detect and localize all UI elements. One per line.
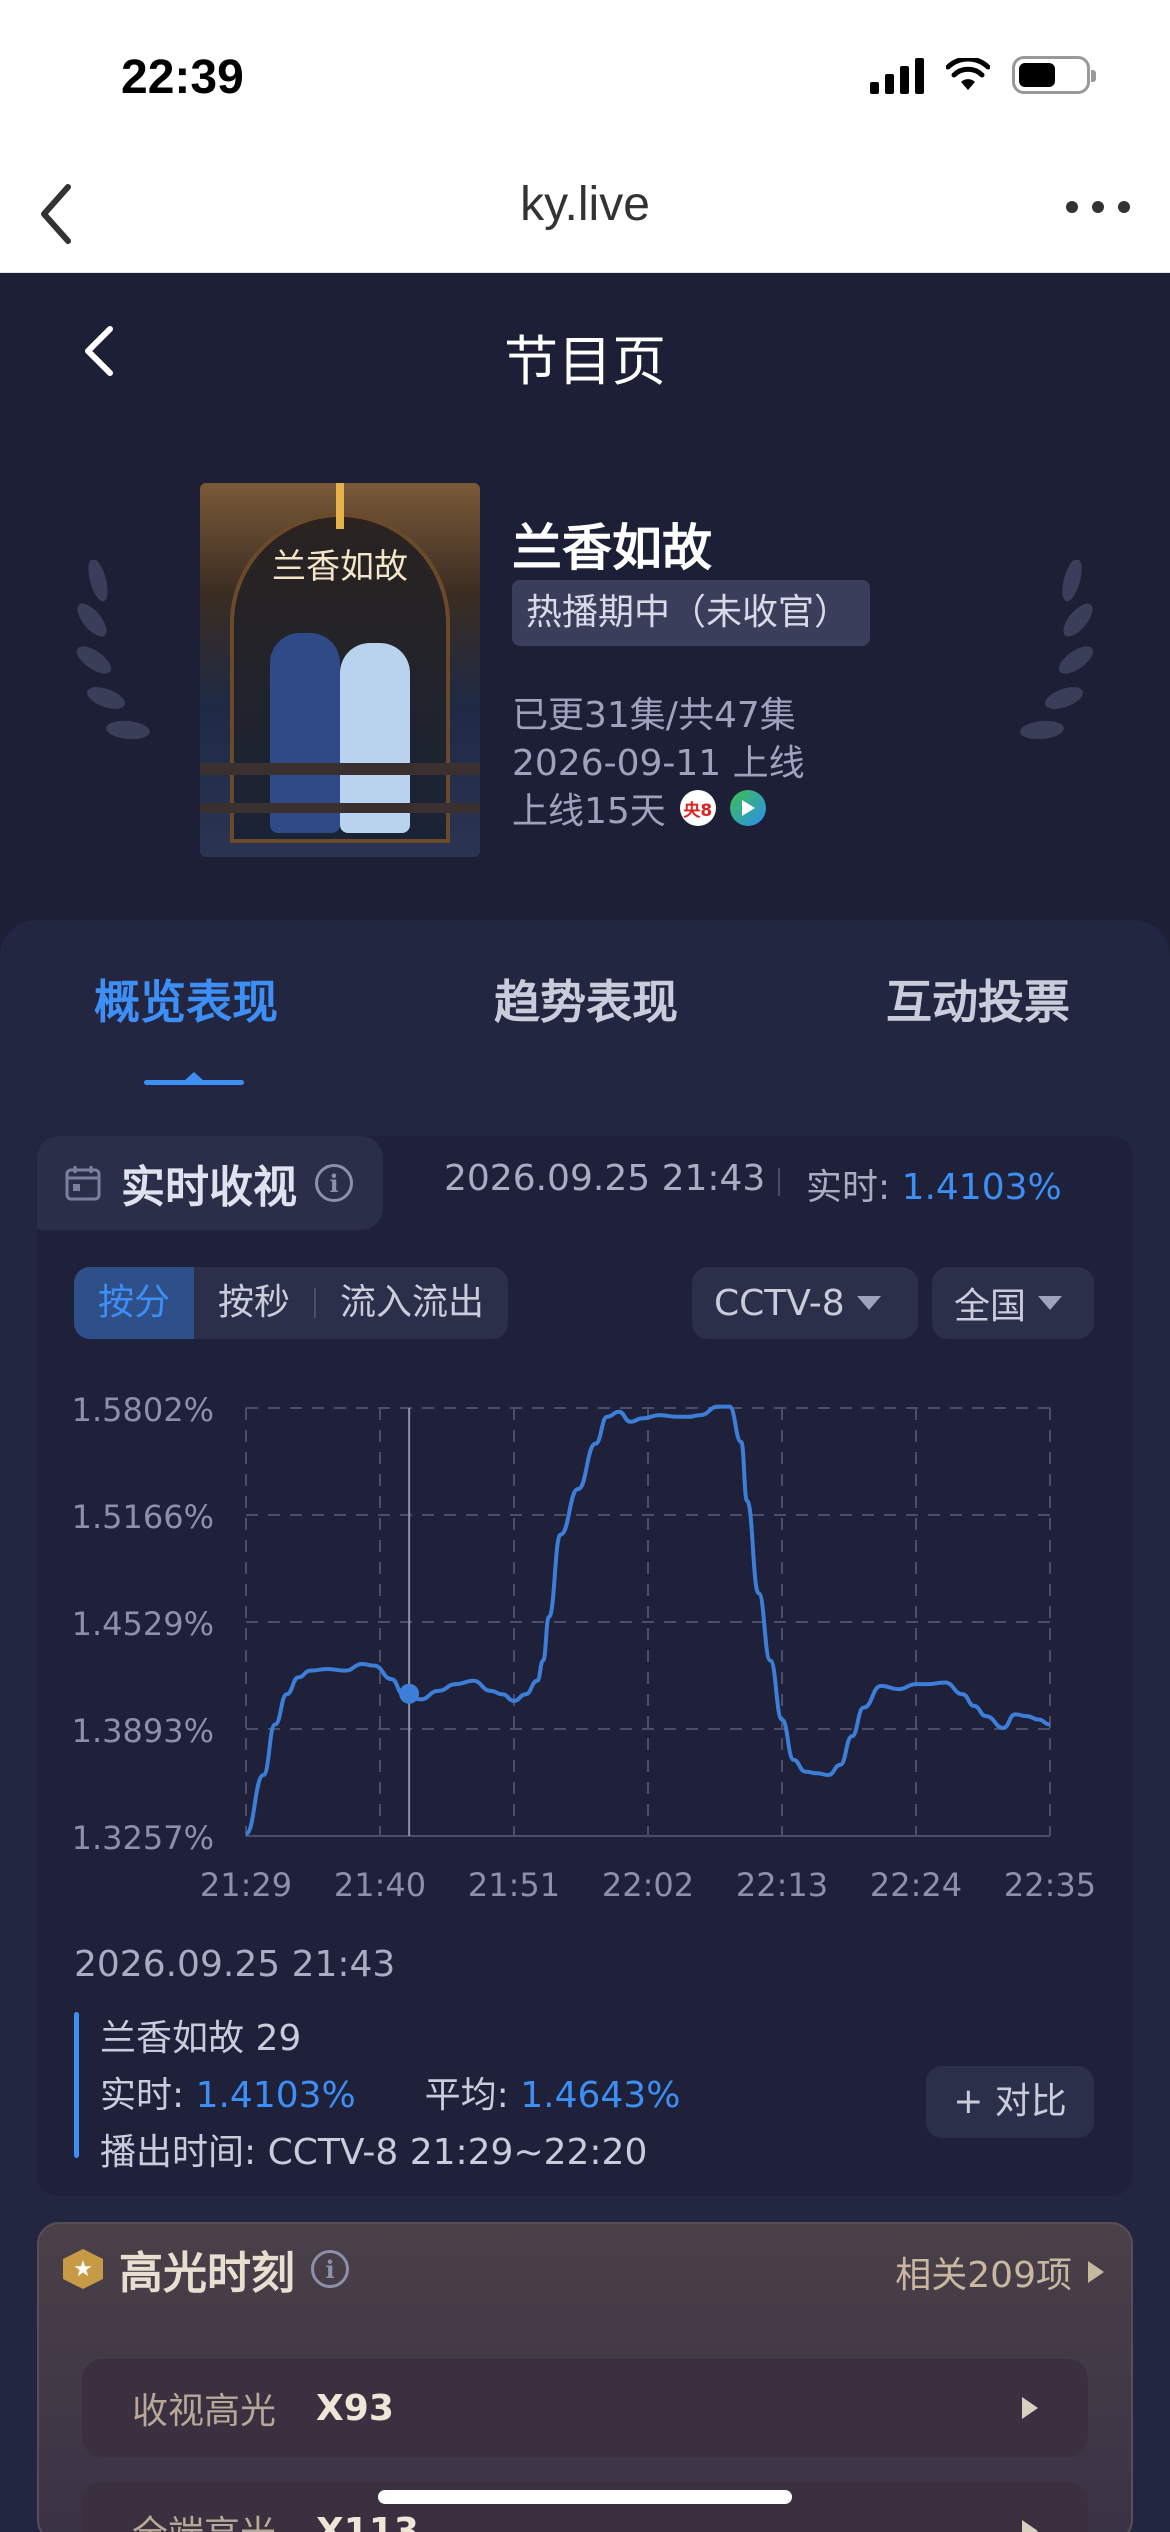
channel-value: CCTV-8	[714, 1282, 845, 1324]
status-bar: 22:39	[0, 0, 1170, 155]
highlights-count-link[interactable]: 相关209项	[895, 2246, 1104, 2298]
show-status-badge: 热播期中（未收官）	[512, 580, 871, 646]
segment-by-second[interactable]: 按秒	[194, 1267, 314, 1339]
highlight-row-rating[interactable]: 收视高光 X93	[82, 2359, 1088, 2457]
segment-by-minute[interactable]: 按分	[74, 1267, 195, 1339]
poster-title: 兰香如故	[272, 547, 408, 587]
page-header: 节目页	[0, 273, 1170, 423]
realtime-live-value: 实时: 1.4103%	[806, 1167, 1062, 1208]
browser-more-icon[interactable]	[1066, 201, 1130, 213]
browser-url: ky.live	[520, 178, 650, 231]
divider	[778, 1168, 780, 1196]
play-arrow-icon	[1022, 2520, 1038, 2532]
laurel-left-icon	[76, 560, 150, 740]
highlights-title: 高光时刻	[119, 2248, 295, 2299]
battery-icon	[1012, 56, 1096, 94]
granularity-segment: 按分 按秒 流入流出	[74, 1267, 509, 1339]
tab-caret-icon	[184, 1072, 204, 1081]
play-arrow-icon	[1088, 2261, 1104, 2283]
laurel-right-icon	[1020, 560, 1094, 740]
detail-date: 2026.09.25 21:43	[74, 1944, 396, 1985]
status-icons	[870, 56, 1096, 94]
star-badge-icon: ★	[63, 2249, 103, 2289]
dropdown-arrow-icon	[856, 1296, 881, 1310]
realtime-timestamp: 2026.09.25 21:43	[444, 1158, 766, 1199]
tab-trends[interactable]: 趋势表现	[494, 966, 678, 1032]
region-dropdown[interactable]: 全国	[932, 1267, 1094, 1339]
page-title: 节目页	[504, 330, 666, 393]
realtime-title: 实时收视	[121, 1162, 297, 1213]
realtime-section-header: 实时收视 i	[37, 1136, 383, 1230]
tab-overview[interactable]: 概览表现	[94, 966, 278, 1032]
premiere-date: 2026-09-11 上线	[512, 743, 805, 784]
detail-program: 兰香如故 29	[100, 2018, 302, 2059]
detail-accent-bar	[74, 2012, 79, 2158]
info-icon[interactable]: i	[315, 1164, 353, 1202]
detail-airtime: 播出时间: CCTV-8 21:29~22:20	[100, 2132, 648, 2173]
info-icon[interactable]: i	[311, 2250, 349, 2288]
tab-bar: 概览表现 趋势表现 互动投票	[0, 966, 1170, 1096]
show-name: 兰香如故	[512, 519, 712, 577]
dropdown-arrow-icon	[1038, 1296, 1063, 1310]
detail-values: 实时: 1.4103% 平均: 1.4643%	[100, 2075, 681, 2116]
home-indicator	[378, 2490, 792, 2504]
region-value: 全国	[954, 1286, 1027, 1327]
play-arrow-icon	[1022, 2397, 1038, 2419]
play-platform-icon	[729, 790, 766, 826]
compare-button[interactable]: + 对比	[926, 2066, 1094, 2138]
channel-dropdown[interactable]: CCTV-8	[692, 1267, 918, 1339]
days-online-row: 上线15天 央8	[512, 782, 766, 834]
tab-voting[interactable]: 互动投票	[886, 966, 1070, 1032]
show-poster[interactable]: 兰香如故	[200, 483, 480, 857]
cellular-signal-icon	[870, 56, 924, 94]
segment-flow[interactable]: 流入流出	[316, 1267, 508, 1339]
cctv8-logo-icon: 央8	[679, 790, 716, 826]
calendar-icon	[65, 1166, 101, 1201]
browser-bar: ky.live	[0, 155, 1170, 273]
episodes-text: 已更31集/共47集	[512, 695, 796, 736]
wifi-icon	[946, 58, 990, 90]
days-online-text: 上线15天	[512, 791, 666, 832]
status-time: 22:39	[121, 51, 244, 104]
